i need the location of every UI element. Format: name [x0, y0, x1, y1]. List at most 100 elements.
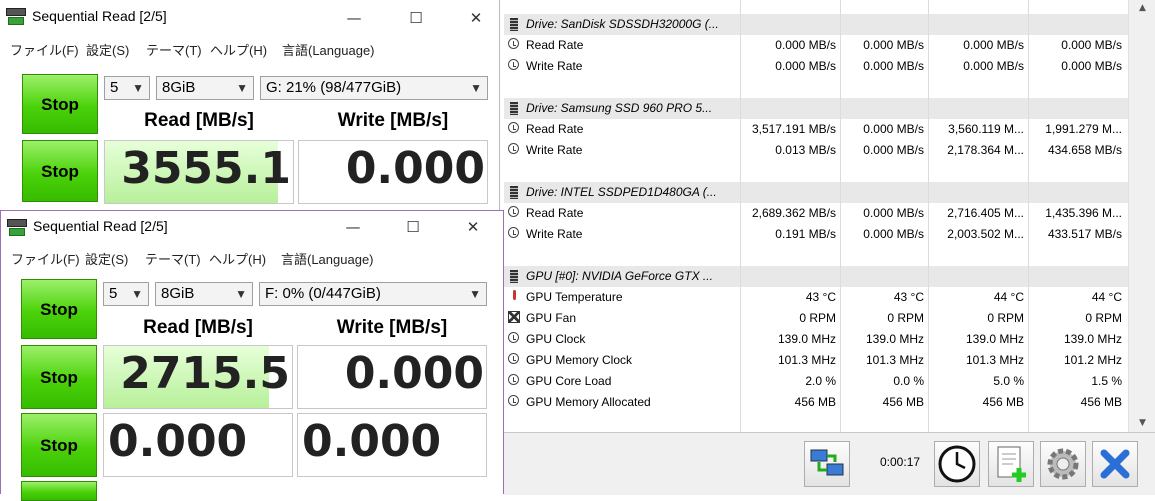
sensor-average-value: 1,991.279 M...	[1045, 122, 1122, 136]
stop-seq-button[interactable]: Stop	[21, 345, 97, 409]
menu-help[interactable]: ヘルプ(H)	[210, 40, 267, 59]
drive-select[interactable]: G: 21% (98/477GiB) ▼	[260, 76, 488, 100]
scroll-up-arrow-icon[interactable]: ▲	[1129, 0, 1155, 17]
gpu-icon	[510, 270, 518, 283]
gauge-icon	[508, 332, 519, 343]
close-icon[interactable]: ✕	[456, 6, 496, 30]
read-result: 2715.5	[103, 345, 293, 409]
sensor-maximum-value: 5.0 %	[993, 374, 1024, 388]
count-value: 5	[109, 285, 118, 302]
settings-button[interactable]	[1040, 441, 1086, 487]
sensor-row[interactable]: GPU Clock 139.0 MHz 139.0 MHz 139.0 MHz 139.…	[504, 329, 1128, 350]
sensor-label: Drive: SanDisk SDSSDH32000G (...	[526, 17, 719, 31]
sensor-row[interactable]: Write Rate 0.013 MB/s 0.000 MB/s 2,178.364 …	[504, 140, 1128, 161]
sensor-label: Drive: Samsung SSD 960 PRO 5...	[526, 101, 713, 115]
sensor-current-value: 101.3 MHz	[777, 353, 836, 367]
cdm-window-front[interactable]: Sequential Read [2/5] — ☐ ✕ ファイル(F) 設定(S…	[0, 210, 504, 501]
sensor-label: Drive: INTEL SSDPED1D480GA (...	[526, 185, 717, 199]
gauge-icon	[508, 395, 519, 406]
read-header: Read [MB/s]	[143, 317, 253, 338]
sensor-average-value: 44 °C	[1091, 290, 1122, 304]
sensor-row[interactable]: GPU Temperature 43 °C 43 °C 44 °C 44 °C	[504, 287, 1128, 308]
sensor-minimum-value: 0.000 MB/s	[863, 38, 924, 52]
title-bar[interactable]: Sequential Read [2/5] — ☐ ✕	[0, 0, 499, 34]
stop-seq-button[interactable]: Stop	[22, 140, 98, 202]
sensor-row[interactable]: Write Rate 0.000 MB/s 0.000 MB/s 0.000 MB/s…	[504, 56, 1128, 77]
menu-settings[interactable]: 設定(S)	[85, 249, 128, 268]
write-result-2: 0.000	[297, 413, 487, 477]
sensor-current-value: 0.000 MB/s	[775, 59, 836, 73]
stop-all-button[interactable]: Stop	[21, 279, 97, 339]
window-title: Sequential Read [2/5]	[33, 218, 168, 234]
sensor-row[interactable]: GPU Memory Allocated 456 MB 456 MB 456 MB 45…	[504, 392, 1128, 413]
sensor-group-header[interactable]: Drive: INTEL SSDPED1D480GA (...	[504, 182, 1128, 203]
sensor-average-value: 456 MB	[1080, 395, 1122, 409]
sensor-group-header[interactable]: GPU [#0]: NVIDIA GeForce GTX ...	[504, 266, 1128, 287]
menu-settings[interactable]: 設定(S)	[86, 40, 129, 59]
drive-icon	[510, 18, 518, 31]
minimize-icon[interactable]: —	[333, 215, 373, 239]
sensor-maximum-value: 0 RPM	[987, 311, 1024, 325]
write-value: 0.000	[345, 143, 485, 194]
sensor-minimum-value: 0.000 MB/s	[863, 206, 924, 220]
maximize-icon[interactable]: ☐	[393, 215, 433, 239]
sensor-label: Read Rate	[526, 206, 584, 220]
sensor-label: Read Rate	[526, 122, 584, 136]
sensor-row[interactable]: GPU Memory Clock 101.3 MHz 101.3 MHz 101.3 …	[504, 350, 1128, 371]
sensor-current-value: 0.000 MB/s	[775, 38, 836, 52]
title-bar[interactable]: Sequential Read [2/5] — ☐ ✕	[1, 211, 503, 245]
report-button[interactable]	[988, 441, 1034, 487]
sensor-row[interactable]: GPU Fan 0 RPM 0 RPM 0 RPM 0 RPM	[504, 308, 1128, 329]
clock-button[interactable]	[934, 441, 980, 487]
count-select[interactable]: 5 ▼	[104, 76, 150, 100]
cdm-body: Stop 5 ▼ 8GiB ▼ G: 21% (98/477GiB) ▼ Read […	[0, 60, 499, 212]
network-button[interactable]	[804, 441, 850, 487]
sensor-current-value: 2,689.362 MB/s	[751, 206, 836, 220]
menu-help[interactable]: ヘルプ(H)	[209, 249, 266, 268]
chevron-down-icon: ▼	[236, 81, 248, 95]
sensor-label: GPU Temperature	[526, 290, 623, 304]
menu-file[interactable]: ファイル(F)	[10, 40, 79, 59]
vertical-scrollbar[interactable]: ▲ ▼	[1128, 0, 1155, 432]
menu-language[interactable]: 言語(Language)	[281, 249, 374, 268]
sensor-row[interactable]: Write Rate 0.191 MB/s 0.000 MB/s 2,003.502 …	[504, 224, 1128, 245]
chevron-down-icon: ▼	[235, 287, 247, 301]
menu-bar: ファイル(F) 設定(S) テーマ(T) ヘルプ(H) 言語(Language)	[1, 243, 503, 269]
sensor-label: GPU Fan	[526, 311, 577, 325]
sensor-maximum-value: 0.000 MB/s	[963, 59, 1024, 73]
stop-all-button[interactable]: Stop	[22, 74, 98, 134]
size-select[interactable]: 8GiB ▼	[156, 76, 254, 100]
close-button[interactable]	[1092, 441, 1138, 487]
scroll-down-arrow-icon[interactable]: ▼	[1129, 415, 1155, 432]
sensor-label: Write Rate	[526, 59, 583, 73]
chevron-down-icon: ▼	[470, 81, 482, 95]
stop-rnd-button[interactable]: Stop	[21, 413, 97, 477]
drive-select[interactable]: F: 0% (0/447GiB) ▼	[259, 282, 487, 306]
sensor-maximum-value: 139.0 MHz	[965, 332, 1024, 346]
size-select[interactable]: 8GiB ▼	[155, 282, 253, 306]
sensor-row[interactable]: Read Rate 0.000 MB/s 0.000 MB/s 0.000 MB/s 0…	[504, 35, 1128, 56]
menu-theme[interactable]: テーマ(T)	[146, 40, 202, 59]
maximize-icon[interactable]: ☐	[396, 6, 436, 30]
close-icon[interactable]: ✕	[453, 215, 493, 239]
menu-theme[interactable]: テーマ(T)	[145, 249, 201, 268]
sensor-row[interactable]: Read Rate 3,517.191 MB/s 0.000 MB/s 3,560.1…	[504, 119, 1128, 140]
sensor-group-header[interactable]: Drive: SanDisk SDSSDH32000G (...	[504, 14, 1128, 35]
sensor-row[interactable]: GPU Core Load 2.0 % 0.0 % 5.0 % 1.5 %	[504, 371, 1128, 392]
close-icon	[1100, 449, 1130, 479]
menu-file[interactable]: ファイル(F)	[11, 249, 80, 268]
sensor-current-value: 2.0 %	[805, 374, 836, 388]
menu-language[interactable]: 言語(Language)	[282, 40, 375, 59]
sensor-current-value: 0 RPM	[799, 311, 836, 325]
cdm-window-back[interactable]: Sequential Read [2/5] — ☐ ✕ ファイル(F) 設定(S…	[0, 0, 500, 212]
gauge-icon	[508, 374, 519, 385]
sensor-row[interactable]: Read Rate 2,689.362 MB/s 0.000 MB/s 2,716.4…	[504, 203, 1128, 224]
clock-icon	[938, 445, 976, 483]
sensor-group-header[interactable]: Drive: Samsung SSD 960 PRO 5...	[504, 98, 1128, 119]
minimize-icon[interactable]: —	[334, 6, 374, 30]
count-select[interactable]: 5 ▼	[103, 282, 149, 306]
size-value: 8GiB	[161, 285, 195, 302]
sensor-average-value: 0 RPM	[1085, 311, 1122, 325]
stop-button-partial[interactable]	[21, 481, 97, 501]
sensor-average-value: 139.0 MHz	[1063, 332, 1122, 346]
